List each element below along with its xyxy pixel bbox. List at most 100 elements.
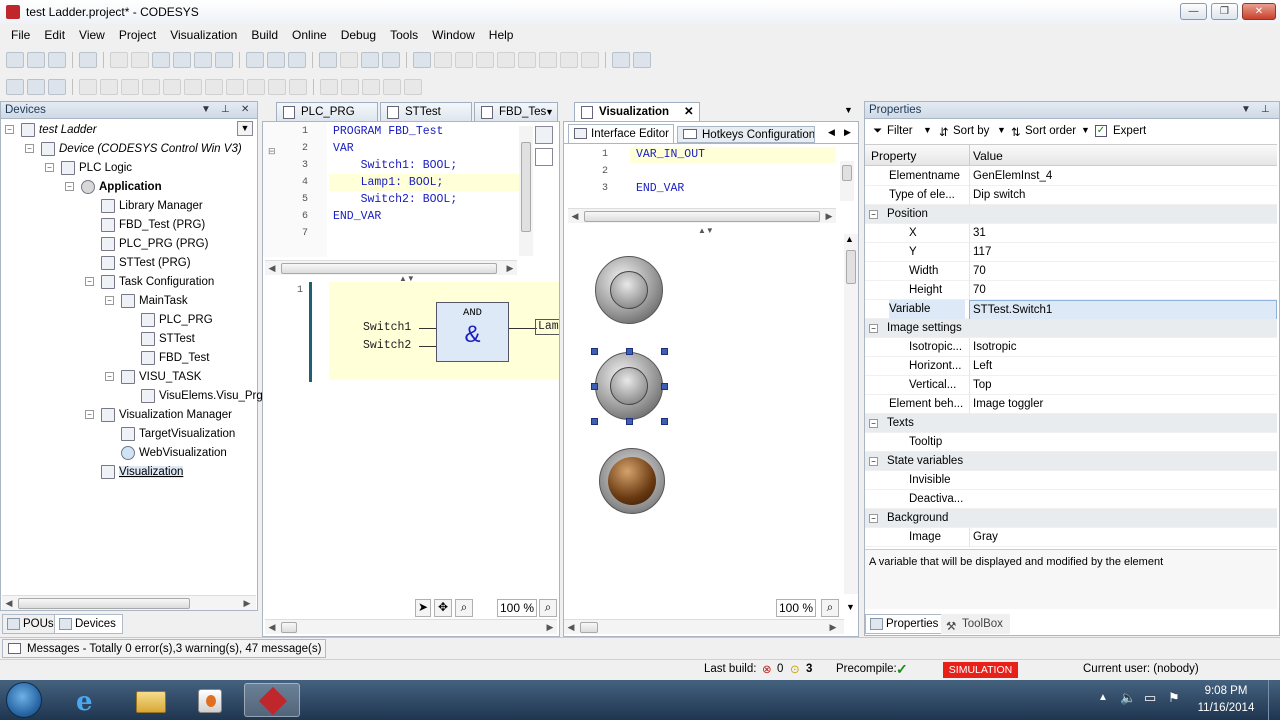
- compile-icon[interactable]: [382, 52, 400, 68]
- tree-dropdown-icon[interactable]: ▼: [237, 121, 253, 136]
- zoom-level[interactable]: 100 %: [497, 599, 537, 617]
- menu-visualization[interactable]: Visualization: [163, 28, 244, 42]
- scroll-left-icon[interactable]: ◀: [564, 620, 578, 635]
- prop-row-horizontal[interactable]: Horizont... Left: [865, 357, 1277, 376]
- scroll-thumb[interactable]: [281, 622, 297, 633]
- sort-order-icon[interactable]: ⇅: [1011, 125, 1021, 139]
- copy-icon[interactable]: [173, 52, 191, 68]
- tab-properties[interactable]: Properties: [865, 614, 946, 634]
- scroll-thumb[interactable]: [281, 263, 497, 274]
- resize-handle[interactable]: [591, 418, 598, 425]
- scroll-right-icon[interactable]: ▶: [822, 209, 836, 224]
- tree-item-sttest[interactable]: STTest (PRG): [101, 253, 191, 272]
- subtab-hotkeys[interactable]: Hotkeys Configuration: [677, 126, 815, 143]
- pin-icon[interactable]: ⊥: [1261, 102, 1270, 118]
- tree-item-call-sttest[interactable]: STTest: [141, 329, 195, 348]
- scroll-right-icon[interactable]: ▶: [240, 596, 254, 611]
- zoom-options-icon[interactable]: ⌕: [539, 599, 557, 617]
- subtab-interface-editor[interactable]: Interface Editor: [568, 124, 674, 143]
- tree-item-web-visualization[interactable]: WebVisualization: [121, 443, 227, 462]
- tab-close-icon[interactable]: ✕: [684, 103, 694, 122]
- sort-icon[interactable]: ⇵: [939, 125, 949, 139]
- scroll-left-icon[interactable]: ◀: [265, 620, 279, 635]
- build-icon[interactable]: [319, 52, 337, 68]
- prop-row-type[interactable]: Type of ele... Dip switch: [865, 186, 1277, 205]
- media-player-icon[interactable]: [182, 683, 238, 717]
- resize-handle[interactable]: [626, 418, 633, 425]
- col-value-header[interactable]: Value: [973, 149, 1003, 163]
- scroll-thumb[interactable]: [521, 142, 531, 232]
- reset-icon[interactable]: [497, 52, 515, 68]
- subtab-next-icon[interactable]: ▶: [844, 127, 851, 138]
- tree-item-fbd-test[interactable]: FBD_Test (PRG): [101, 215, 205, 234]
- menu-help[interactable]: Help: [482, 28, 521, 42]
- sort-order-button[interactable]: Sort order: [1025, 125, 1076, 137]
- menu-tools[interactable]: Tools: [383, 28, 425, 42]
- rebuild-icon[interactable]: [340, 52, 358, 68]
- volume-icon[interactable]: 🔈: [1120, 690, 1136, 706]
- menu-project[interactable]: Project: [112, 28, 163, 42]
- step-over-icon[interactable]: [539, 52, 557, 68]
- collapse-icon[interactable]: −: [105, 296, 114, 305]
- tab-overflow-icon[interactable]: ▼: [545, 103, 554, 122]
- pan-icon[interactable]: ✥: [434, 599, 452, 617]
- prop-value[interactable]: 70: [969, 262, 1277, 281]
- tree-item-library-manager[interactable]: Library Manager: [101, 196, 203, 215]
- prop-value[interactable]: Isotropic: [969, 338, 1277, 357]
- chevron-down-icon[interactable]: ▼: [1081, 125, 1090, 135]
- tab-toolbox[interactable]: ⚒ ToolBox: [941, 614, 1010, 634]
- bring-front-icon[interactable]: [320, 79, 338, 95]
- prop-value[interactable]: 117: [969, 243, 1277, 262]
- logout-icon[interactable]: [434, 52, 452, 68]
- visu-table-icon[interactable]: [48, 79, 66, 95]
- scroll-up-icon[interactable]: ▲: [845, 234, 854, 244]
- stop-icon[interactable]: [476, 52, 494, 68]
- action-center-icon[interactable]: ⚑: [1168, 690, 1180, 706]
- prop-row-isotropic[interactable]: Isotropic... Isotropic: [865, 338, 1277, 357]
- visu-canvas[interactable]: [566, 234, 842, 594]
- open-project-icon[interactable]: [361, 52, 379, 68]
- prop-row-height[interactable]: Height 70: [865, 281, 1277, 300]
- same-size-icon[interactable]: [289, 79, 307, 95]
- taskbar-time[interactable]: 9:08 PM: [1196, 685, 1256, 697]
- tree-item-plc-prg[interactable]: PLC_PRG (PRG): [101, 234, 208, 253]
- scroll-down-icon[interactable]: ▼: [846, 602, 855, 612]
- send-back-icon[interactable]: [341, 79, 359, 95]
- tab-devices[interactable]: Devices: [54, 614, 123, 634]
- tree-item-target-visualization[interactable]: TargetVisualization: [121, 424, 235, 443]
- dip-switch-1[interactable]: [595, 256, 663, 324]
- tree-item-task-configuration[interactable]: − Task Configuration: [85, 272, 214, 291]
- prop-row-x[interactable]: X 31: [865, 224, 1277, 243]
- redo-icon[interactable]: [131, 52, 149, 68]
- prop-row-y[interactable]: Y 117: [865, 243, 1277, 262]
- panel-dropdown-icon[interactable]: ▼: [201, 102, 211, 118]
- fold-icon[interactable]: ⊟: [268, 146, 276, 157]
- tree-item-visualization-manager[interactable]: − Visualization Manager: [85, 405, 232, 424]
- collapse-icon[interactable]: −: [65, 182, 74, 191]
- output-box[interactable]: Lam: [535, 319, 559, 335]
- tree-item-call-fbd-test[interactable]: FBD_Test: [141, 348, 210, 367]
- undo-icon[interactable]: [110, 52, 128, 68]
- tree-item-device[interactable]: − Device (CODESYS Control Win V3): [25, 139, 242, 158]
- fbd-hscrollbar[interactable]: ◀ ▶: [265, 619, 557, 634]
- scroll-left-icon[interactable]: ◀: [568, 209, 582, 224]
- collapse-icon[interactable]: −: [869, 457, 878, 466]
- align-top-icon[interactable]: [184, 79, 202, 95]
- prop-value[interactable]: Gray: [969, 528, 1277, 547]
- prop-value[interactable]: 31: [969, 224, 1277, 243]
- scroll-thumb[interactable]: [842, 165, 852, 181]
- zoom-options-icon[interactable]: ⌕: [821, 599, 839, 617]
- paste-icon[interactable]: [194, 52, 212, 68]
- menu-build[interactable]: Build: [244, 28, 285, 42]
- resize-handle[interactable]: [661, 348, 668, 355]
- scroll-right-icon[interactable]: ▶: [543, 620, 557, 635]
- same-height-icon[interactable]: [268, 79, 286, 95]
- prop-row-deactivate[interactable]: Deactiva...: [865, 490, 1277, 509]
- save-icon[interactable]: [48, 52, 66, 68]
- prop-value[interactable]: Left: [969, 357, 1277, 376]
- menu-debug[interactable]: Debug: [334, 28, 383, 42]
- minimize-button[interactable]: —: [1180, 3, 1207, 20]
- prop-value[interactable]: Image toggler: [969, 395, 1277, 414]
- find-icon[interactable]: [246, 52, 264, 68]
- scroll-thumb[interactable]: [18, 598, 190, 609]
